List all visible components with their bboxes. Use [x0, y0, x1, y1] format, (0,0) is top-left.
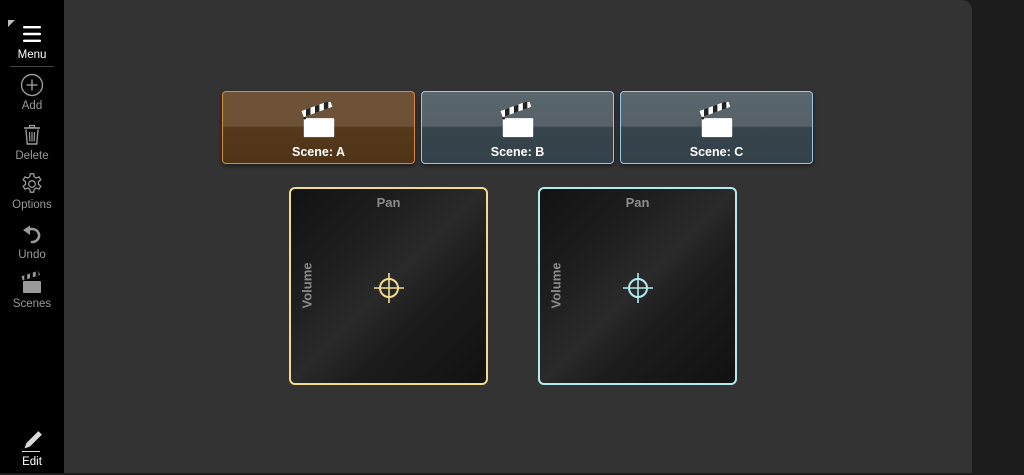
clapperboard-icon	[300, 102, 338, 140]
crosshair-handle-icon[interactable]	[622, 272, 654, 304]
delete-button[interactable]: Delete	[0, 123, 64, 169]
undo-label: Undo	[18, 249, 46, 262]
clapperboard-icon	[698, 102, 736, 140]
xy-pad-2[interactable]: Pan Volume	[538, 187, 737, 385]
clapperboard-icon	[20, 271, 44, 295]
scene-label: Scene: A	[223, 145, 414, 159]
menu-button[interactable]: Menu	[0, 22, 64, 68]
scene-label: Scene: C	[621, 145, 812, 159]
undo-button[interactable]: Undo	[0, 222, 64, 268]
scene-label: Scene: B	[422, 145, 613, 159]
scene-button-b[interactable]: Scene: B	[421, 91, 614, 164]
sidebar: Menu Add Delete Options	[0, 0, 64, 473]
volume-axis-label: Volume	[549, 269, 564, 309]
workspace-canvas	[64, 0, 972, 473]
pencil-icon	[20, 429, 44, 453]
gear-icon	[20, 172, 44, 196]
trash-icon	[20, 123, 44, 147]
plus-circle-icon	[20, 73, 44, 97]
clapperboard-icon	[499, 102, 537, 140]
edit-label: Edit	[22, 456, 42, 469]
pan-axis-label: Pan	[291, 195, 486, 210]
undo-icon	[20, 222, 44, 246]
crosshair-handle-icon[interactable]	[373, 272, 405, 304]
edit-button[interactable]: Edit	[0, 429, 64, 475]
hamburger-icon	[20, 22, 44, 46]
menu-divider	[10, 66, 54, 67]
scenes-button[interactable]: Scenes	[0, 271, 64, 317]
options-label: Options	[12, 199, 52, 212]
xy-pad-1[interactable]: Pan Volume	[289, 187, 488, 385]
delete-label: Delete	[15, 150, 48, 163]
scenes-label: Scenes	[13, 298, 51, 311]
scene-button-c[interactable]: Scene: C	[620, 91, 813, 164]
scene-button-a[interactable]: Scene: A	[222, 91, 415, 164]
options-button[interactable]: Options	[0, 172, 64, 218]
add-label: Add	[22, 100, 42, 113]
volume-axis-label: Volume	[300, 269, 315, 309]
pan-axis-label: Pan	[540, 195, 735, 210]
menu-label: Menu	[18, 49, 47, 62]
add-button[interactable]: Add	[0, 73, 64, 119]
